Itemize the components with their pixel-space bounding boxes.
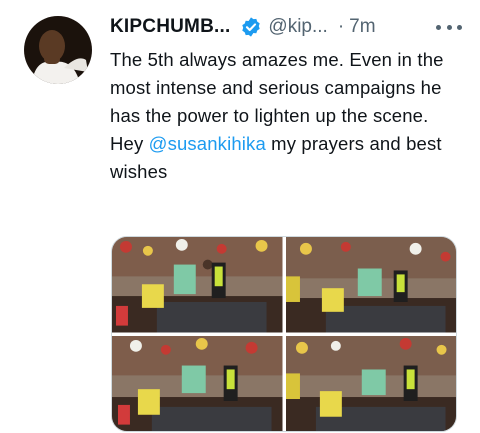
header-separator: · [337, 16, 345, 37]
verified-badge-icon [240, 16, 262, 38]
author-avatar[interactable] [24, 16, 92, 84]
tweet-timestamp[interactable]: 7m [349, 16, 375, 38]
media-photo-4[interactable] [285, 335, 456, 431]
media-photo-2[interactable] [285, 237, 456, 333]
author-display-name[interactable]: KIPCHUMB... [110, 16, 230, 38]
tweet-text: The 5th always amazes me. Even in the mo… [110, 46, 460, 186]
media-photo-3[interactable] [112, 335, 283, 431]
mention-link[interactable]: @susankihika [149, 133, 266, 154]
media-grid [111, 236, 457, 432]
media-photo-1[interactable] [112, 237, 283, 333]
tweet: KIPCHUMB... @kip... · 7m The 5th always … [0, 0, 480, 433]
more-options-icon[interactable] [436, 16, 462, 38]
tweet-header: KIPCHUMB... @kip... · 7m [110, 14, 462, 40]
author-handle[interactable]: @kip... [268, 16, 327, 38]
